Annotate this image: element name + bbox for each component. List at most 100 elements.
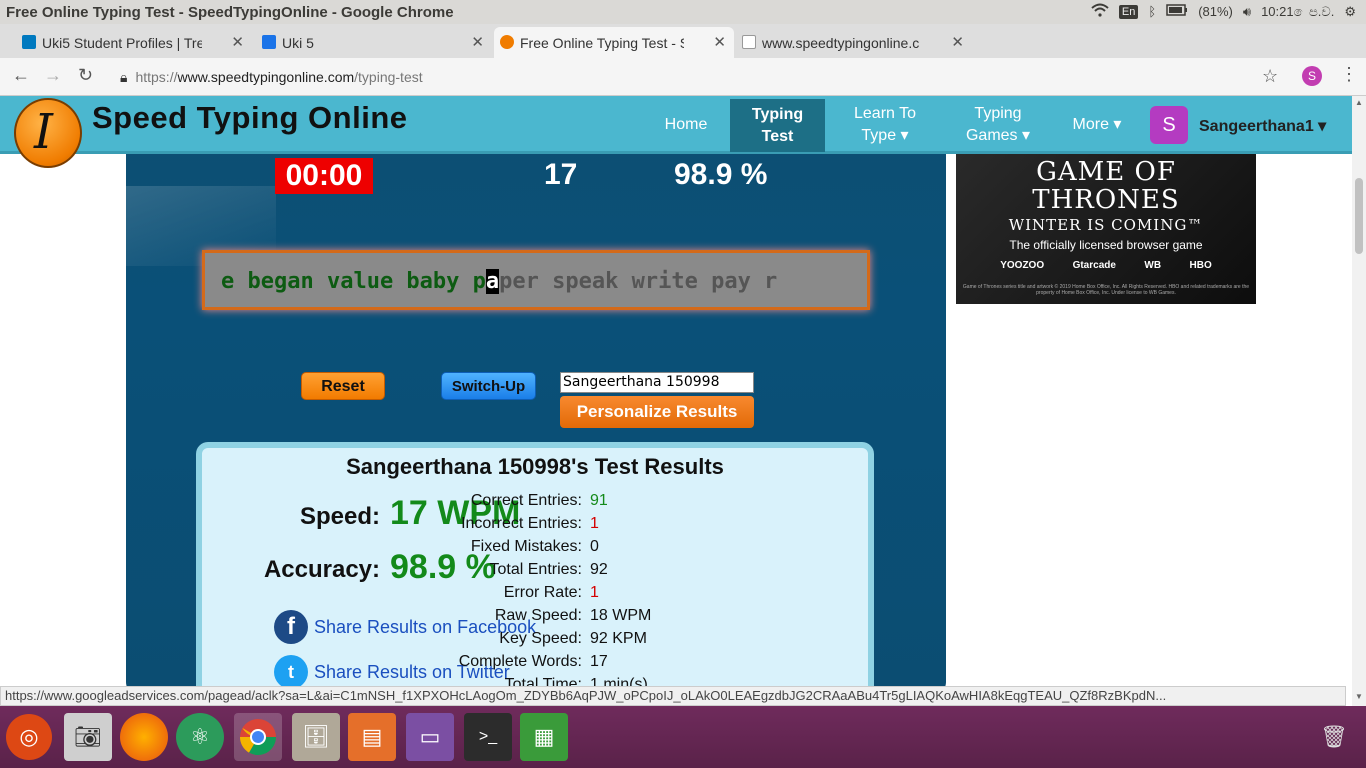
close-icon[interactable]: ✕ <box>713 33 726 51</box>
window-title: Free Online Typing Test - SpeedTypingOnl… <box>6 4 454 21</box>
url-scheme: https:// <box>135 69 178 85</box>
scrollbar-thumb[interactable] <box>1355 178 1363 254</box>
wifi-icon[interactable] <box>1091 3 1109 20</box>
ad-logos: YOOZOO Gtarcade WB HBO <box>956 260 1256 271</box>
camera-app-icon[interactable]: 📷︎ <box>64 713 112 761</box>
gtarcade-logo: Gtarcade <box>1072 260 1116 271</box>
trash-icon[interactable]: 🗑︎ <box>1310 713 1358 761</box>
url-path: /typing-test <box>354 69 423 85</box>
ubuntu-launcher: ◎ 📷︎ ⚛ 🗄︎ ▤ ▭ >_ ▦ 🗑︎ <box>0 706 1366 768</box>
site-navbar: Speed Typing Online Home Typing Test Lea… <box>0 96 1352 154</box>
accuracy-display: 98.9 % <box>674 158 768 191</box>
chrome-icon[interactable] <box>234 713 282 761</box>
tab-typing-test[interactable]: Free Online Typing Test - S ✕ <box>494 27 734 58</box>
stat-value: 0 <box>590 538 599 555</box>
nav-more[interactable]: More ▾ <box>1062 96 1132 154</box>
atom-icon[interactable]: ⚛ <box>176 713 224 761</box>
chrome-menu-icon[interactable]: ⋮ <box>1340 64 1358 85</box>
stat-label: Total Time: <box>504 676 582 686</box>
close-icon[interactable]: ✕ <box>231 33 244 51</box>
ad-headline-2: THRONES <box>1032 185 1180 215</box>
facebook-icon: f <box>274 610 308 644</box>
bookmark-star-icon[interactable]: ☆ <box>1262 66 1278 87</box>
settings-gear-icon[interactable]: ⚙ <box>1344 4 1356 20</box>
tab-strip: Uki5 Student Profiles | Tre ✕ Uki 5 ✕ Fr… <box>0 24 1366 78</box>
calc-spreadsheet-icon[interactable]: ▦ <box>520 713 568 761</box>
results-panel: Sangeerthana 150998's Test Results Speed… <box>196 442 874 686</box>
url-field[interactable]: 🔒︎ https://www.speedtypingonline.com/typ… <box>120 64 423 90</box>
stat-value: 1 <box>590 515 599 532</box>
volume-icon[interactable]: 🔊︎ <box>1243 4 1251 20</box>
screen-app-icon[interactable]: ▭ <box>406 713 454 761</box>
ad-subtitle: The officially licensed browser game <box>1009 238 1203 252</box>
close-icon[interactable]: ✕ <box>471 33 484 51</box>
os-top-bar: Free Online Typing Test - SpeedTypingOnl… <box>0 0 1366 24</box>
keyboard-language[interactable]: En <box>1118 4 1139 19</box>
close-icon[interactable]: ✕ <box>951 33 964 51</box>
twitter-icon: t <box>274 655 308 686</box>
stat-value: 92 KPM <box>590 630 647 647</box>
scroll-down-arrow-icon[interactable]: ▼ <box>1355 692 1363 701</box>
reset-button[interactable]: Reset <box>301 372 385 400</box>
tab-trello[interactable]: Uki5 Student Profiles | Tre ✕ <box>16 27 252 58</box>
nav-learn-to-type[interactable]: Learn To Type ▾ <box>840 96 930 154</box>
tab-label: Uki 5 <box>282 34 314 51</box>
stat-label: Complete Words: <box>458 653 582 670</box>
page-scrollbar[interactable]: ▲ ▼ <box>1352 96 1366 706</box>
battery-percent: (81%) <box>1198 4 1233 19</box>
wpm-display: 17 <box>544 158 578 191</box>
ad-fine-print: Game of Thrones series title and artwork… <box>962 284 1250 296</box>
stat-value: 1 <box>590 584 599 601</box>
battery-icon[interactable] <box>1166 4 1188 19</box>
personalize-results-button[interactable]: Personalize Results <box>560 396 754 428</box>
typing-text-box[interactable]: e began value baby paper speak write pay… <box>202 250 870 310</box>
ad-headline: GAME OF THRONES <box>956 158 1256 214</box>
page-icon <box>742 35 756 49</box>
tab-speedtyping-2[interactable]: www.speedtypingonline.c ✕ <box>736 27 972 58</box>
profile-avatar[interactable]: S <box>1302 66 1322 86</box>
nav-typing-test[interactable]: Typing Test <box>730 99 825 152</box>
results-title: Sangeerthana 150998's Test Results <box>346 454 724 479</box>
nav-typing-games[interactable]: Typing Games ▾ <box>958 96 1038 154</box>
site-logo-icon[interactable]: I <box>14 98 82 168</box>
ad-headline-1: GAME OF <box>1036 157 1176 187</box>
scroll-up-arrow-icon[interactable]: ▲ <box>1355 98 1363 107</box>
cursor-char: a <box>485 269 500 294</box>
stat-label: Incorrect Entries: <box>461 515 582 532</box>
ubuntu-logo-icon[interactable]: ◎ <box>6 714 52 760</box>
lock-icon: 🔒︎ <box>120 68 128 85</box>
terminal-icon[interactable]: >_ <box>464 713 512 761</box>
files-icon[interactable]: 🗄︎ <box>292 713 340 761</box>
stat-value: 1 min(s) <box>590 676 648 686</box>
typed-text: e began value baby p <box>221 269 486 294</box>
tab-uki5[interactable]: Uki 5 ✕ <box>256 27 492 58</box>
stat-label: Key Speed: <box>499 630 582 647</box>
site-logo-text[interactable]: Speed Typing Online <box>92 100 408 136</box>
trello-icon <box>22 35 36 49</box>
user-avatar[interactable]: S <box>1150 106 1188 144</box>
remaining-text: per speak write pay r <box>499 269 778 294</box>
switch-up-button[interactable]: Switch-Up <box>441 372 536 400</box>
back-arrow-icon[interactable]: ← <box>12 65 30 86</box>
impress-icon[interactable]: ▤ <box>348 713 396 761</box>
stat-label: Error Rate: <box>503 584 582 601</box>
hbo-logo: HBO <box>1189 260 1212 271</box>
stat-label: Fixed Mistakes: <box>470 538 582 555</box>
logo-letter: I <box>34 104 53 160</box>
web-page: 00:00 17 98.9 % e began value baby paper… <box>0 96 1352 686</box>
stat-value: 92 <box>590 561 608 578</box>
tab-label: Uki5 Student Profiles | Tre <box>42 34 202 51</box>
game-of-thrones-ad[interactable]: GAME OF THRONES WINTER IS COMING™ The off… <box>956 154 1256 304</box>
nav-home[interactable]: Home <box>650 96 722 154</box>
speedtyping-icon <box>500 35 514 49</box>
stat-label: Raw Speed: <box>494 607 582 624</box>
clock[interactable]: 10:21 ෙප.ව. <box>1261 4 1334 20</box>
firefox-icon[interactable] <box>120 713 168 761</box>
timer-display: 00:00 <box>275 158 373 194</box>
bluetooth-icon[interactable]: ᛒ <box>1148 4 1156 19</box>
reload-icon[interactable]: ↻ <box>78 65 93 86</box>
user-name-menu[interactable]: Sangeerthana1 ▾ <box>1199 116 1326 136</box>
name-input[interactable]: Sangeerthana 150998 <box>560 372 754 393</box>
stat-label: Correct Entries: <box>470 492 582 509</box>
forward-arrow-icon[interactable]: → <box>44 65 62 86</box>
